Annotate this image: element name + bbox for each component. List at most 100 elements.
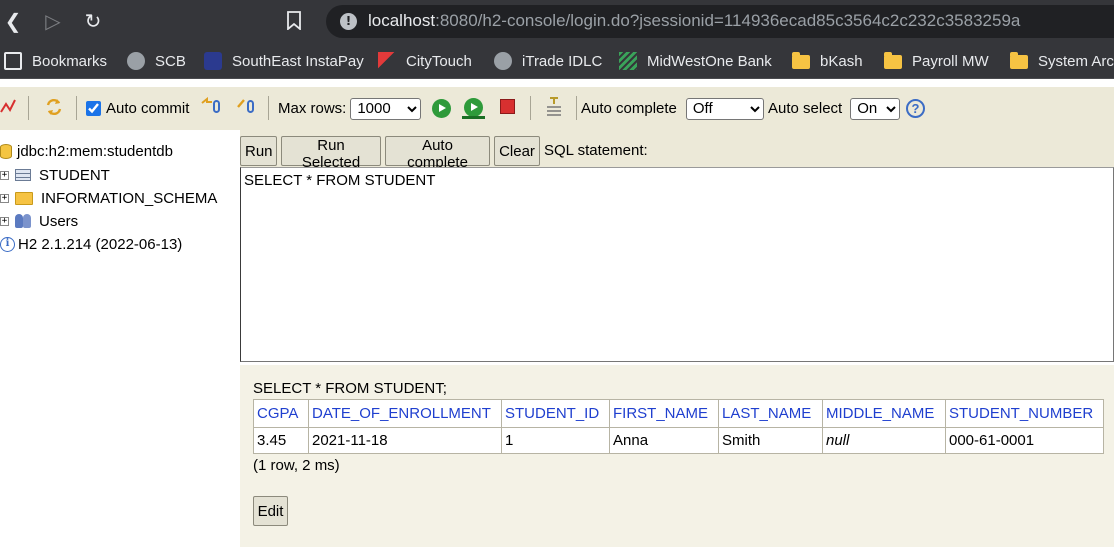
run-button[interactable]: Run (240, 136, 277, 166)
column-header[interactable]: LAST_NAME (718, 399, 823, 428)
sql-statement-label: SQL statement: (544, 142, 648, 159)
toolbar-separator (268, 96, 269, 120)
table-cell: Anna (609, 427, 719, 454)
citytouch-icon (378, 52, 396, 70)
run-icon[interactable] (432, 99, 451, 118)
midwestone-icon (619, 52, 637, 70)
database-icon (0, 143, 12, 159)
site-info-icon[interactable]: ! (340, 13, 357, 30)
bookmark-midwestone-bank[interactable]: MidWestOne Bank (619, 51, 772, 71)
table-cell: 2021-11-18 (308, 427, 502, 454)
southeast-icon (204, 52, 222, 70)
forward-icon[interactable]: ▷ (40, 8, 66, 34)
toolbar-separator (576, 96, 577, 120)
connection-url: jdbc:h2:mem:studentdb (17, 142, 173, 160)
bookmark-label: Payroll MW (912, 52, 989, 70)
url-text[interactable]: localhost:8080/h2-console/login.do?jsess… (368, 11, 1020, 31)
column-header[interactable]: FIRST_NAME (609, 399, 719, 428)
expand-icon[interactable]: + (0, 170, 9, 180)
table-cell: null (822, 427, 946, 454)
tree-item-label: STUDENT (39, 166, 110, 184)
rollback-icon[interactable] (200, 97, 222, 115)
url-path: :8080/h2-console/login.do?jsessionid=114… (435, 11, 1021, 30)
bookmark-scb[interactable]: SCB (127, 51, 186, 71)
toolbar-separator (28, 96, 29, 120)
clear-button[interactable]: Clear (494, 136, 540, 166)
bookmarks-icon (4, 52, 22, 70)
bookmark-label: Bookmarks (32, 52, 108, 70)
auto-complete-select[interactable]: Off (685, 97, 764, 120)
max-rows-label: Max rows: (278, 100, 347, 117)
reload-icon[interactable]: ↻ (80, 8, 106, 34)
back-icon[interactable]: ❮ (0, 8, 26, 34)
column-header[interactable]: CGPA (253, 399, 309, 428)
expand-icon[interactable]: + (0, 216, 9, 226)
table-header-row: CGPA DATE_OF_ENROLLMENT STUDENT_ID FIRST… (253, 399, 1104, 428)
expand-icon[interactable]: + (0, 193, 9, 203)
bookmark-southeast-instapay[interactable]: SouthEast InstaPay (204, 51, 364, 71)
info-icon: i (0, 236, 15, 252)
disconnect-icon[interactable] (0, 98, 16, 116)
auto-commit-label: Auto commit (106, 100, 190, 117)
bookmark-label: CityTouch (406, 52, 472, 70)
run-selected-button[interactable]: Run Selected (281, 136, 381, 171)
tree-item-users[interactable]: + Users (0, 211, 78, 231)
bookmark-citytouch[interactable]: CityTouch (378, 51, 472, 71)
bookmark-bkash[interactable]: bKash (792, 51, 863, 71)
version-label: H2 2.1.214 (2022-06-13) (18, 235, 183, 253)
result-table: CGPA DATE_OF_ENROLLMENT STUDENT_ID FIRST… (253, 399, 1104, 454)
auto-complete-label: Auto complete (581, 100, 677, 117)
users-icon (15, 213, 32, 229)
folder-icon (15, 191, 33, 205)
bookmark-system-arc[interactable]: System Arc (1010, 51, 1114, 71)
bookmark-label: System Arc (1038, 52, 1114, 70)
auto-complete-control: Auto complete Off (581, 87, 764, 130)
column-header[interactable]: STUDENT_NUMBER (945, 399, 1104, 428)
stop-icon[interactable] (500, 99, 515, 114)
toolbar-separator (76, 96, 77, 120)
help-icon[interactable]: ? (906, 99, 925, 118)
globe-icon (494, 52, 512, 70)
tree-item-information-schema[interactable]: + INFORMATION_SCHEMA (0, 188, 217, 208)
bookmark-bookmarks[interactable]: Bookmarks (4, 51, 107, 71)
bookmark-itrade-idlc[interactable]: iTrade IDLC (494, 51, 602, 71)
auto-select-select[interactable]: On (850, 97, 901, 120)
sql-editor[interactable]: SELECT * FROM STUDENT (240, 167, 1114, 362)
bookmark-star-icon[interactable] (287, 11, 301, 30)
table-cell: Smith (718, 427, 823, 454)
refresh-icon[interactable] (44, 97, 64, 117)
result-summary: (1 row, 2 ms) (253, 457, 340, 474)
auto-commit-checkbox[interactable] (86, 101, 101, 116)
bookmark-payroll-mw[interactable]: Payroll MW (884, 51, 989, 71)
table-cell: 000-61-0001 (945, 427, 1104, 454)
tree-version: i H2 2.1.214 (2022-06-13) (0, 234, 182, 254)
folder-icon (884, 52, 902, 69)
column-header[interactable]: MIDDLE_NAME (822, 399, 946, 428)
address-bar[interactable]: ! localhost:8080/h2-console/login.do?jse… (326, 5, 1114, 38)
bookmark-label: MidWestOne Bank (647, 52, 772, 70)
folder-icon (1010, 52, 1028, 69)
table-icon (15, 169, 31, 181)
max-rows-select[interactable]: 1000 (350, 97, 422, 120)
folder-icon (792, 52, 810, 69)
bookmark-label: iTrade IDLC (522, 52, 603, 70)
auto-select-control: Auto select On (768, 87, 901, 130)
result-statement: SELECT * FROM STUDENT; (253, 380, 447, 397)
tree-item-label: INFORMATION_SCHEMA (41, 189, 218, 207)
tree-item-student[interactable]: + STUDENT (0, 165, 110, 185)
run-selected-icon[interactable] (462, 98, 485, 122)
auto-commit-toggle[interactable]: Auto commit (86, 87, 189, 130)
history-icon[interactable] (544, 96, 564, 118)
commit-icon[interactable] (236, 97, 258, 115)
max-rows-control: Max rows: 1000 (278, 87, 422, 130)
column-header[interactable]: STUDENT_ID (501, 399, 610, 428)
bookmark-label: SouthEast InstaPay (232, 52, 364, 70)
tree-connection[interactable]: jdbc:h2:mem:studentdb (0, 141, 173, 161)
auto-select-label: Auto select (768, 100, 843, 117)
auto-complete-button[interactable]: Auto complete (385, 136, 490, 171)
table-cell: 3.45 (253, 427, 309, 454)
column-header[interactable]: DATE_OF_ENROLLMENT (308, 399, 502, 428)
tree-item-label: Users (39, 212, 79, 230)
bookmark-label: SCB (155, 52, 186, 70)
edit-button[interactable]: Edit (253, 496, 288, 526)
